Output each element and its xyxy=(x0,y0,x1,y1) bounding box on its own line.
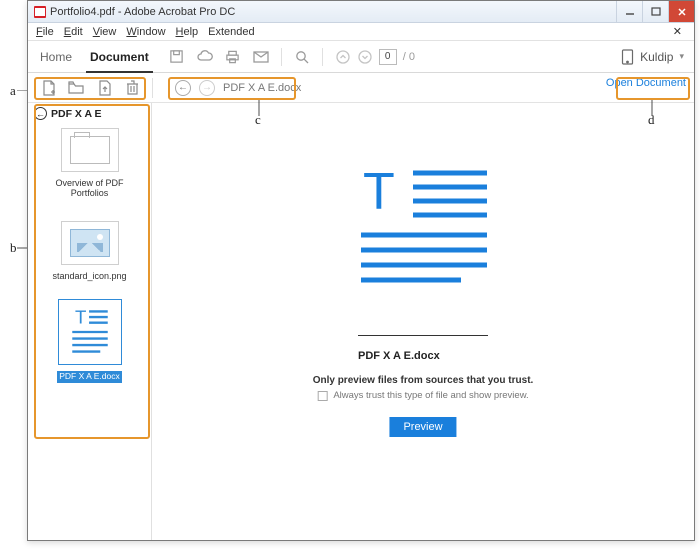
image-icon xyxy=(70,229,110,257)
folder-open-icon[interactable] xyxy=(68,80,84,96)
user-name[interactable]: Kuldip xyxy=(640,50,673,64)
breadcrumb: ← → PDF X A E.docx xyxy=(175,80,301,96)
page-number-input[interactable]: 0 xyxy=(379,49,397,65)
window-title: Portfolio4.pdf - Adobe Acrobat Pro DC xyxy=(50,6,616,18)
svg-text:T: T xyxy=(75,307,86,328)
maximize-button[interactable] xyxy=(642,1,668,22)
page-total: / 0 xyxy=(403,51,415,63)
sidebar-item-image[interactable]: standard_icon.png xyxy=(34,221,145,281)
breadcrumb-forward-icon: → xyxy=(199,80,215,96)
sidebar-title: PDF X A E xyxy=(51,108,102,120)
sidebar-item-label: Overview of PDF Portfolios xyxy=(45,178,135,199)
secondary-toolbar: ← → PDF X A E.docx Open Document xyxy=(28,73,694,103)
trash-icon[interactable] xyxy=(124,80,140,96)
print-icon[interactable] xyxy=(225,49,241,65)
main-toolbar: Home Document 0 / 0 Kuldip ▾ xyxy=(28,41,694,73)
cloud-icon[interactable] xyxy=(197,49,213,65)
menu-edit[interactable]: Edit xyxy=(64,26,83,38)
page-up-icon[interactable] xyxy=(335,49,351,65)
tab-document[interactable]: Document xyxy=(88,50,151,64)
word-doc-icon: T xyxy=(63,304,117,360)
trust-checkbox-label: Always trust this type of file and show … xyxy=(333,390,528,401)
search-icon[interactable] xyxy=(294,49,310,65)
title-bar: Portfolio4.pdf - Adobe Acrobat Pro DC xyxy=(28,1,694,23)
sidebar-back-icon[interactable]: ← xyxy=(34,107,47,120)
preview-button[interactable]: Preview xyxy=(389,417,456,437)
extract-icon[interactable] xyxy=(96,80,112,96)
trust-block: Only preview files from sources that you… xyxy=(313,375,534,401)
preview-filename: PDF X A E.docx xyxy=(358,335,488,362)
app-icon xyxy=(34,6,46,18)
sidebar-item-docx[interactable]: T PDF X A E.docx xyxy=(34,299,145,383)
annotation-c: c xyxy=(255,112,261,128)
minimize-button[interactable] xyxy=(616,1,642,22)
word-doc-large-icon: T xyxy=(355,165,491,285)
breadcrumb-file: PDF X A E.docx xyxy=(223,82,301,94)
sidebar-item-label: standard_icon.png xyxy=(45,271,135,281)
annotation-a: a xyxy=(10,83,16,99)
close-button[interactable] xyxy=(668,1,694,22)
annotation-b: b xyxy=(10,240,17,256)
annotation-d: d xyxy=(648,112,655,128)
save-icon[interactable] xyxy=(169,49,185,65)
add-file-icon[interactable] xyxy=(40,80,56,96)
close-panel-icon[interactable]: ✕ xyxy=(669,25,686,38)
trust-heading: Only preview files from sources that you… xyxy=(313,375,534,386)
portfolio-tool-icons xyxy=(28,80,140,96)
menu-window[interactable]: Window xyxy=(126,26,165,38)
window-controls xyxy=(616,1,694,22)
menu-view[interactable]: View xyxy=(93,26,117,38)
sidebar-item-label: PDF X A E.docx xyxy=(57,371,121,383)
menu-help[interactable]: Help xyxy=(176,26,199,38)
menu-extended[interactable]: Extended xyxy=(208,26,254,38)
mail-icon[interactable] xyxy=(253,49,269,65)
page-navigation: 0 / 0 xyxy=(335,49,415,65)
preview-pane: T PDF X A E.docx Only preview files from… xyxy=(152,103,694,540)
tablet-icon[interactable] xyxy=(621,49,634,65)
svg-text:T: T xyxy=(363,165,395,221)
tab-home[interactable]: Home xyxy=(38,50,74,64)
always-trust-checkbox[interactable] xyxy=(317,391,327,401)
chevron-down-icon[interactable]: ▾ xyxy=(679,51,684,62)
open-document-link[interactable]: Open Document xyxy=(606,77,686,89)
portfolio-sidebar: ← PDF X A E Overview of PDF Portfolios s… xyxy=(28,103,152,540)
menu-bar: File Edit View Window Help Extended ✕ xyxy=(28,23,694,41)
page-down-icon[interactable] xyxy=(357,49,373,65)
app-window: Portfolio4.pdf - Adobe Acrobat Pro DC Fi… xyxy=(27,0,695,541)
menu-file[interactable]: File xyxy=(36,26,54,38)
folder-icon xyxy=(70,136,110,164)
sidebar-item-folder[interactable]: Overview of PDF Portfolios xyxy=(34,128,145,199)
sidebar-header: ← PDF X A E xyxy=(34,107,145,120)
breadcrumb-back-icon[interactable]: ← xyxy=(175,80,191,96)
